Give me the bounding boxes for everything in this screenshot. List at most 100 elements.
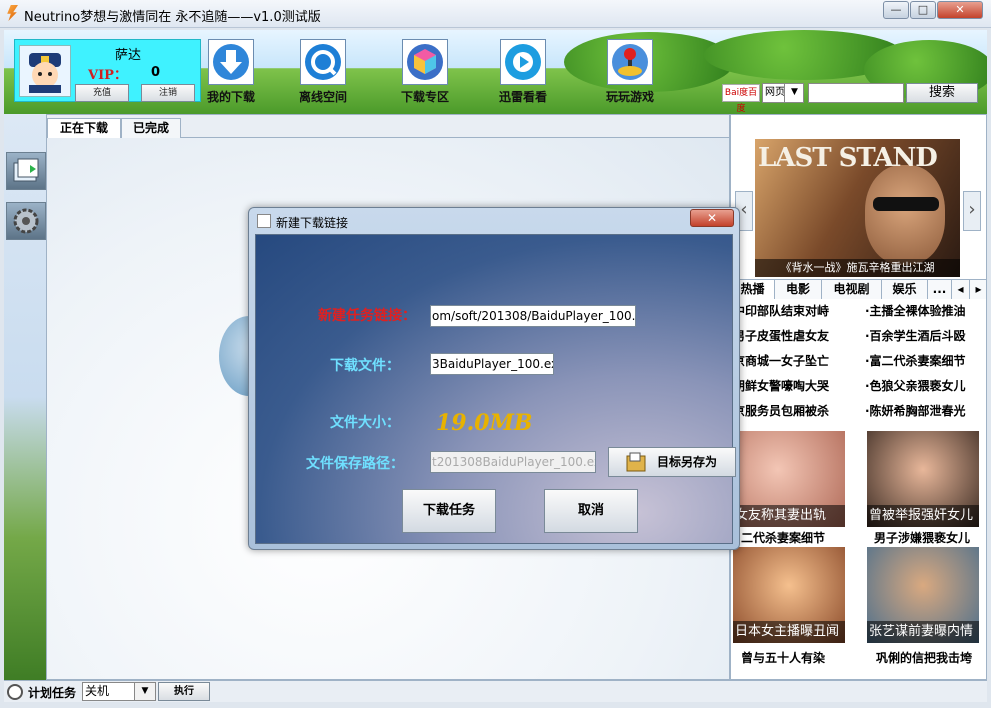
nav-label: 下载专区 xyxy=(400,90,449,104)
save-as-label: 目标另存为 xyxy=(657,455,718,469)
news-link[interactable]: 男子皮蛋性虐女友 xyxy=(733,326,861,346)
nav-label: 离线空间 xyxy=(298,90,347,104)
thumbnail-caption: 张艺谋前妻曝内情 xyxy=(867,621,979,643)
save-path-label: 文件保存路径： xyxy=(306,456,404,472)
username: 萨达 xyxy=(115,48,142,63)
baidu-logo-icon: Bai度百度 xyxy=(722,84,760,114)
user-panel: 萨达 VIP： 0 充值 注销 xyxy=(14,39,201,102)
thumbnail-text[interactable]: 二代杀妻案细节 xyxy=(741,529,825,546)
thumbnail-text[interactable]: 曾与五十人有染 xyxy=(741,649,825,666)
news-thumbnail[interactable]: 女友称其妻出轨 xyxy=(733,431,845,527)
minimize-button[interactable]: — xyxy=(883,1,909,19)
header: 萨达 VIP： 0 充值 注销 我的下载 离线空间 下载专区 迅雷看看 玩玩游戏 xyxy=(4,30,987,114)
news-link[interactable]: ·陈妍希胸部泄春光 xyxy=(865,401,986,421)
url-label: 新建任务链接： xyxy=(318,308,416,324)
settings-gear-icon[interactable] xyxy=(6,202,46,240)
new-download-dialog: 新建下载链接 ✕ 新建任务链接： om/soft/201308/BaiduPla… xyxy=(248,207,740,550)
nav-games[interactable]: 玩玩游戏 xyxy=(600,39,660,105)
logout-button[interactable]: 注销 xyxy=(141,84,195,102)
window-title: Neutrino梦想与激情同在 永不追随——v1.0测试版 xyxy=(24,10,321,25)
tab-more[interactable]: ... xyxy=(928,280,952,299)
recharge-button[interactable]: 充值 xyxy=(75,84,129,102)
nav-download-zone[interactable]: 下载专区 xyxy=(395,39,455,105)
movie-title: LAST STAND xyxy=(758,143,938,173)
news-link[interactable]: 朝鲜女警嚎啕大哭 xyxy=(733,376,861,396)
avatar[interactable] xyxy=(19,45,71,97)
movie-banner[interactable]: LAST STAND 《背水一战》施瓦辛格重出江湖 xyxy=(755,139,960,277)
chevron-left-icon[interactable]: ◂ xyxy=(952,280,970,299)
vip-value: 0 xyxy=(151,65,161,80)
cube-icon xyxy=(402,39,448,85)
nav-label: 我的下载 xyxy=(206,90,255,104)
file-name-input[interactable]: 3BaiduPlayer_100.exe xyxy=(430,353,554,375)
app-logo-icon xyxy=(7,5,18,21)
news-thumbnail[interactable]: 日本女主播曝丑闻 xyxy=(733,547,845,643)
thumbnail-caption: 日本女主播曝丑闻 xyxy=(733,621,845,643)
news-link[interactable]: ·色狼父亲猥亵女儿 xyxy=(865,376,986,396)
thumbnail-text[interactable]: 男子涉嫌猥亵女儿 xyxy=(874,529,970,546)
tab-tv-series[interactable]: 电视剧 xyxy=(822,280,882,299)
nav-label: 迅雷看看 xyxy=(498,90,547,104)
thumbnail-caption: 曾被举报强奸女儿 xyxy=(867,505,979,527)
news-link[interactable]: 京商城一女子坠亡 xyxy=(733,351,861,371)
nav-xunlei-kankan[interactable]: 迅雷看看 xyxy=(493,39,553,105)
tab-entertainment[interactable]: 娱乐 xyxy=(882,280,928,299)
size-label: 文件大小： xyxy=(330,415,400,431)
thumbnail-caption: 女友称其妻出轨 xyxy=(733,505,845,527)
tab-downloading[interactable]: 正在下载 xyxy=(47,118,121,139)
player-icon xyxy=(500,39,546,85)
thumbnail-text[interactable]: 巩俐的信把我击垮 xyxy=(876,649,972,666)
news-link[interactable]: 京服务员包厢被杀 xyxy=(733,401,861,421)
news-list: 中印部队结束对峙 ·主播全裸体验推油 男子皮蛋性虐女友 ·百余学生酒后斗殴 京商… xyxy=(731,301,986,427)
nav-offline-space[interactable]: 离线空间 xyxy=(293,39,353,105)
close-button[interactable]: ✕ xyxy=(937,1,983,19)
tab-movies[interactable]: 电影 xyxy=(775,280,822,299)
dialog-title: 新建下载链接 xyxy=(276,216,349,230)
movie-caption: 《背水一战》施瓦辛格重出江湖 xyxy=(755,259,960,277)
search-input[interactable] xyxy=(808,83,904,103)
police-avatar-icon xyxy=(29,53,61,93)
url-input[interactable]: om/soft/201308/BaiduPlayer_100.exe xyxy=(430,305,636,327)
offline-space-icon xyxy=(300,39,346,85)
search-bar: Bai度百度 网页 ▼ 搜索 xyxy=(722,83,984,114)
chevron-right-icon[interactable]: › xyxy=(963,191,981,231)
save-path-input[interactable]: t201308BaiduPlayer_100.exe xyxy=(430,451,596,473)
file-size-value: 19.0MB xyxy=(436,410,533,436)
tab-completed[interactable]: 已完成 xyxy=(121,118,181,139)
news-thumbnail[interactable]: 张艺谋前妻曝内情 xyxy=(867,547,979,643)
dialog-body: 新建任务链接： om/soft/201308/BaiduPlayer_100.e… xyxy=(255,234,736,544)
download-tabs: 正在下载 已完成 xyxy=(47,115,729,139)
news-link[interactable]: ·百余学生酒后斗殴 xyxy=(865,326,986,346)
news-thumbnail[interactable]: 曾被举报强奸女儿 xyxy=(867,431,979,527)
cancel-button[interactable]: 取消 xyxy=(544,489,638,533)
actor-image xyxy=(865,165,945,265)
news-panel: LAST STAND 《背水一战》施瓦辛格重出江湖 ‹ › 热播 电影 电视剧 … xyxy=(730,114,987,680)
schedule-bar: 计划任务 关机 ▼ 执行 xyxy=(4,680,987,702)
clock-icon xyxy=(7,684,23,700)
file-label: 下载文件： xyxy=(330,358,400,374)
maximize-button[interactable]: □ xyxy=(910,1,936,19)
joystick-icon xyxy=(607,39,653,85)
schedule-label: 计划任务 xyxy=(28,686,77,700)
folder-save-icon xyxy=(626,452,646,472)
execute-button[interactable]: 执行 xyxy=(158,682,210,701)
nav-my-downloads[interactable]: 我的下载 xyxy=(201,39,261,105)
chevron-right-icon[interactable]: ▸ xyxy=(970,280,986,299)
nav-label: 玩玩游戏 xyxy=(605,90,654,104)
news-link[interactable]: 中印部队结束对峙 xyxy=(733,301,861,321)
news-link[interactable]: ·主播全裸体验推油 xyxy=(865,301,986,321)
save-as-button[interactable]: 目标另存为 xyxy=(608,447,736,477)
documents-icon[interactable] xyxy=(6,152,46,190)
news-tabs: 热播 电影 电视剧 娱乐 ... ◂ ▸ xyxy=(731,279,986,299)
chevron-down-icon[interactable]: ▼ xyxy=(134,682,156,701)
chevron-down-icon[interactable]: ▼ xyxy=(784,83,804,103)
news-link[interactable]: ·富二代杀妻案细节 xyxy=(865,351,986,371)
vip-label: VIP： xyxy=(88,68,127,83)
start-download-button[interactable]: 下载任务 xyxy=(402,489,496,533)
dialog-close-button[interactable]: ✕ xyxy=(690,209,734,227)
title-bar: Neutrino梦想与激情同在 永不追随——v1.0测试版 — □ ✕ xyxy=(0,0,991,28)
search-button[interactable]: 搜索 xyxy=(906,83,978,103)
sunglasses-decoration xyxy=(873,197,939,211)
left-sidebar xyxy=(4,114,46,680)
java-cup-icon xyxy=(257,214,271,228)
